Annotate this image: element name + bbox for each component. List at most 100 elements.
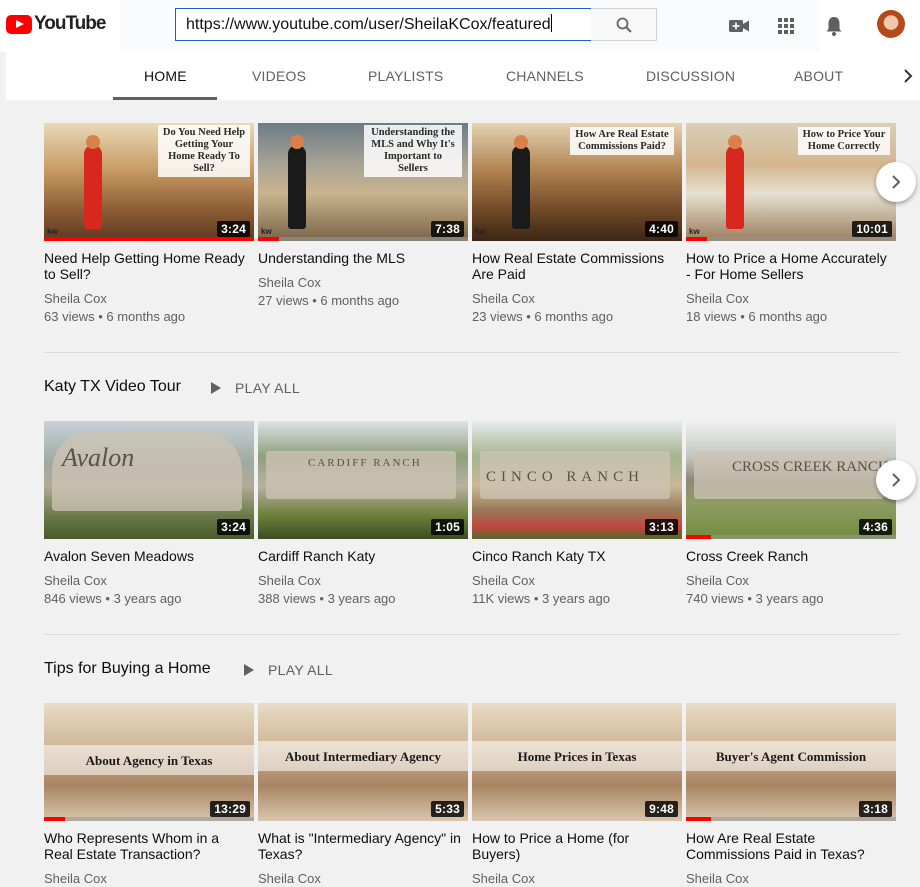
video-title[interactable]: Cross Creek Ranch [686, 548, 891, 564]
watch-progress-track [258, 237, 468, 241]
shelf-title-tips-for-buying[interactable]: Tips for Buying a Home [44, 660, 211, 678]
address-bar-url: https://www.youtube.com/user/SheilaKCox/… [186, 16, 551, 33]
duration-badge: 7:38 [431, 221, 464, 237]
video-title[interactable]: Avalon Seven Meadows [44, 548, 249, 564]
video-metadata: 846 views • 3 years ago [44, 591, 182, 606]
duration-badge: 3:24 [217, 519, 250, 535]
presenter-figure [512, 145, 530, 229]
presenter-figure [84, 145, 102, 229]
video-title[interactable]: Who Represents Whom in a Real Estate Tra… [44, 830, 249, 862]
shelf-title-katy-video-tour[interactable]: Katy TX Video Tour [44, 378, 181, 396]
video-channel-name[interactable]: Sheila Cox [258, 275, 463, 290]
tab-channels[interactable]: CHANNELS [506, 52, 584, 100]
video-thumbnail[interactable]: Buyer's Agent Commission 3:18 [686, 703, 896, 821]
video-channel-name[interactable]: Sheila Cox [44, 871, 249, 886]
avatar[interactable] [877, 10, 905, 38]
tab-home[interactable]: HOME [144, 52, 187, 100]
play-all-button[interactable]: PLAY ALL [244, 662, 333, 678]
video-thumbnail[interactable]: Home Prices in Texas 9:48 [472, 703, 682, 821]
presenter-head [290, 135, 304, 149]
duration-badge: 3:24 [217, 221, 250, 237]
video-title[interactable]: How to Price a Home (for Buyers) [472, 830, 677, 862]
watch-progress-bar [686, 817, 712, 821]
video-channel-name[interactable]: Sheila Cox [472, 291, 677, 306]
video-channel-name[interactable]: Sheila Cox [686, 291, 891, 306]
video-channel-name[interactable]: Sheila Cox [686, 871, 891, 886]
video-channel-name[interactable]: Sheila Cox [258, 573, 463, 588]
tabs-scroll-right-chevron-icon[interactable] [901, 68, 915, 84]
play-icon [244, 664, 254, 676]
video-thumbnail[interactable]: Do You Need Help Getting Your Home Ready… [44, 123, 254, 241]
youtube-logo-text: YouTube [34, 13, 106, 34]
video-title[interactable]: What is "Intermediary Agency" in Texas? [258, 830, 463, 862]
watch-progress-track [686, 817, 896, 821]
duration-badge: 9:48 [645, 801, 678, 817]
presenter-head [728, 135, 742, 149]
video-channel-name[interactable]: Sheila Cox [44, 573, 249, 588]
video-thumbnail[interactable]: CROSS CREEK RANCH 4:36 [686, 421, 896, 539]
video-channel-name[interactable]: Sheila Cox [258, 871, 463, 886]
video-title[interactable]: Understanding the MLS [258, 250, 463, 266]
video-title[interactable]: How to Price a Home Accurately - For Hom… [686, 250, 891, 282]
thumbnail-caption: Home Prices in Texas [517, 749, 637, 764]
video-thumbnail[interactable]: About Intermediary Agency 5:33 [258, 703, 468, 821]
shelf-next-button[interactable] [876, 162, 916, 202]
watch-progress-bar [686, 535, 712, 539]
video-channel-name[interactable]: Sheila Cox [686, 573, 891, 588]
video-thumbnail[interactable]: Understanding the MLS and Why It's Impor… [258, 123, 468, 241]
video-title[interactable]: Need Help Getting Home Ready to Sell? [44, 250, 249, 282]
text-caret [550, 14, 552, 32]
search-button[interactable] [591, 8, 657, 41]
video-metadata: 11K views • 3 years ago [472, 591, 610, 606]
video-thumbnail[interactable]: CINCO RANCH 3:13 [472, 421, 682, 539]
tab-discussion[interactable]: DISCUSSION [646, 52, 735, 100]
brokerage-logo: kw [47, 227, 58, 236]
shelf-next-button[interactable] [876, 460, 916, 500]
video-thumbnail[interactable]: About Agency in Texas 13:29 [44, 703, 254, 821]
video-title[interactable]: How Real Estate Commissions Are Paid [472, 250, 677, 282]
video-thumbnail[interactable]: CARDIFF RANCH 1:05 [258, 421, 468, 539]
sign-lettering: CARDIFF RANCH [308, 457, 422, 469]
watch-progress-bar [686, 237, 707, 241]
duration-badge: 4:36 [859, 519, 892, 535]
brokerage-logo: kw [261, 227, 272, 236]
brokerage-logo: kw [475, 227, 486, 236]
notifications-bell-icon[interactable] [822, 14, 846, 38]
watch-progress-track [686, 237, 896, 241]
video-channel-name[interactable]: Sheila Cox [44, 291, 249, 306]
duration-badge: 3:18 [859, 801, 892, 817]
watch-progress-bar [44, 817, 65, 821]
thumbnail-caption: About Agency in Texas [85, 753, 213, 768]
tab-playlists[interactable]: PLAYLISTS [368, 52, 443, 100]
video-thumbnail[interactable]: Avalon 3:24 [44, 421, 254, 539]
apps-grid-icon[interactable] [774, 14, 798, 38]
video-metadata: 63 views • 6 months ago [44, 309, 186, 324]
video-title[interactable]: Cardiff Ranch Katy [258, 548, 463, 564]
video-thumbnail[interactable]: How to Price Your Home Correctly kw 10:01 [686, 123, 896, 241]
duration-badge: 3:13 [645, 519, 678, 535]
youtube-logo[interactable]: YouTube [6, 13, 106, 35]
watch-progress-track [686, 535, 896, 539]
presenter-figure [726, 145, 744, 229]
tab-videos[interactable]: VIDEOS [252, 52, 306, 100]
video-metadata: 388 views • 3 years ago [258, 591, 396, 606]
address-bar[interactable]: https://www.youtube.com/user/SheilaKCox/… [175, 8, 592, 41]
sign-lettering: CINCO RANCH [486, 469, 644, 485]
duration-badge: 10:01 [852, 221, 892, 237]
search-icon [616, 17, 632, 33]
duration-badge: 5:33 [431, 801, 464, 817]
chevron-right-icon [892, 473, 901, 487]
thumbnail-caption: Buyer's Agent Commission [715, 749, 867, 764]
video-channel-name[interactable]: Sheila Cox [472, 573, 677, 588]
sign-lettering: CROSS CREEK RANCH [732, 459, 889, 475]
video-title[interactable]: How Are Real Estate Commissions Paid in … [686, 830, 891, 862]
thumbnail-caption: Understanding the MLS and Why It's Impor… [364, 125, 462, 177]
create-video-icon[interactable] [727, 14, 751, 38]
play-all-button[interactable]: PLAY ALL [211, 380, 300, 396]
presenter-head [86, 135, 100, 149]
tab-about[interactable]: ABOUT [794, 52, 843, 100]
video-channel-name[interactable]: Sheila Cox [472, 871, 677, 886]
video-thumbnail[interactable]: How Are Real Estate Commissions Paid? kw 4… [472, 123, 682, 241]
watch-progress-track [44, 817, 254, 821]
video-title[interactable]: Cinco Ranch Katy TX [472, 548, 677, 564]
